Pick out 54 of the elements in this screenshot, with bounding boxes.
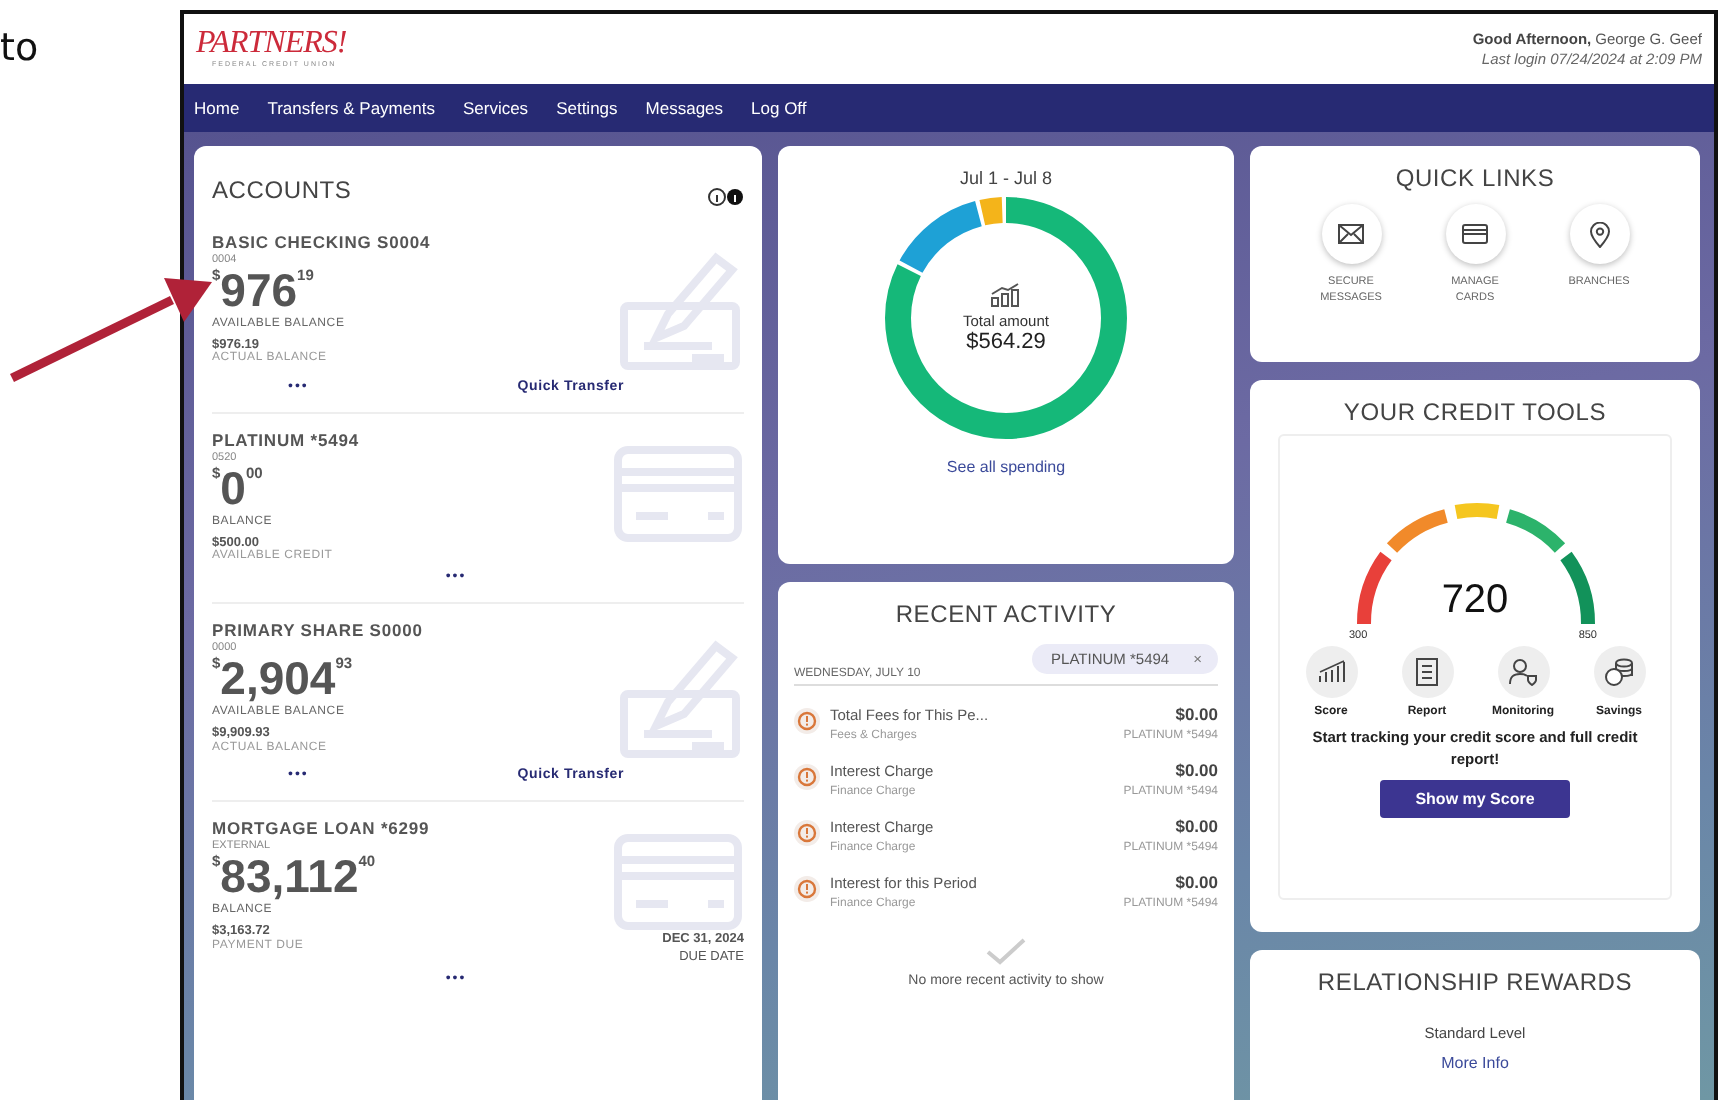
feature-icon-button[interactable]: [1401, 646, 1453, 698]
alert-icon: [794, 876, 820, 902]
account-name[interactable]: PLATINUM *5494: [212, 432, 359, 452]
bar-chart-icon: [990, 281, 1022, 308]
account-name[interactable]: PRIMARY SHARE S0000: [212, 622, 423, 643]
location-pin-icon: [1589, 221, 1609, 247]
feature-icon-button[interactable]: [1497, 646, 1549, 698]
transaction-amount: $0.00: [1175, 704, 1218, 724]
envelope-icon: [1338, 224, 1364, 244]
quick-link-button[interactable]: [1569, 204, 1629, 264]
logo-text: PARTNERS!: [196, 28, 347, 61]
quick-link-button[interactable]: [1445, 204, 1505, 264]
alert-icon: [794, 708, 820, 734]
feature-icon-button[interactable]: [1593, 646, 1645, 698]
card-title: ACCOUNTS: [212, 176, 352, 204]
card-title: RELATIONSHIP REWARDS: [1317, 966, 1633, 996]
quick-link-button[interactable]: [1321, 204, 1381, 264]
account-balance: $^{$}$83,112$^{40}$: [212, 854, 378, 901]
document-text: to: [0, 26, 39, 70]
nav-link[interactable]: Log Off: [751, 98, 807, 118]
card-title: QUICK LINKS: [1395, 162, 1555, 192]
credit-card-icon: [612, 444, 744, 544]
nav-link[interactable]: Home: [194, 98, 240, 118]
credit-card-icon: [612, 832, 744, 933]
account-balance: $^{$}$976$^{19}$: [212, 268, 316, 315]
account-balance: $^{$}$0$^{00}$: [212, 466, 265, 513]
coins-icon: [1604, 658, 1634, 686]
nav-link[interactable]: Services: [462, 98, 529, 118]
show-score-button[interactable]: Show my Score: [1379, 780, 1571, 818]
person-shield-icon: [1508, 658, 1538, 686]
transaction-amount: $0.00: [1175, 816, 1218, 836]
card-icon: [1462, 224, 1488, 244]
nav-link[interactable]: Settings: [556, 98, 618, 118]
card-title: RECENT ACTIVITY: [895, 598, 1117, 628]
info-icon[interactable]: [708, 187, 744, 205]
bar-chart-icon: [1317, 660, 1345, 684]
account-name[interactable]: BASIC CHECKING S0004: [212, 234, 431, 254]
nav-link[interactable]: Messages: [645, 98, 724, 118]
transaction-amount: $0.00: [1175, 872, 1218, 892]
spending-period: Jul 1 - Jul 8: [959, 168, 1053, 188]
see-spending-link[interactable]: See all spending: [946, 458, 1066, 476]
checkmark-icon: [986, 938, 1026, 966]
feature-icon-button[interactable]: [1305, 646, 1357, 698]
more-info-link[interactable]: More Info: [1441, 1054, 1509, 1072]
card-title: YOUR CREDIT TOOLS: [1343, 396, 1607, 426]
document-icon: [1416, 658, 1438, 686]
total-amount: $564.29: [966, 330, 1046, 355]
transaction-amount: $0.00: [1175, 760, 1218, 780]
account-balance: $^{$}$2,904$^{93}$: [212, 656, 355, 703]
alert-icon: [794, 764, 820, 790]
credit-score: 720: [1439, 578, 1511, 624]
account-name[interactable]: MORTGAGE LOAN *6299: [212, 820, 430, 841]
alert-icon: [794, 820, 820, 846]
nav-link[interactable]: Transfers & Payments: [267, 98, 435, 118]
